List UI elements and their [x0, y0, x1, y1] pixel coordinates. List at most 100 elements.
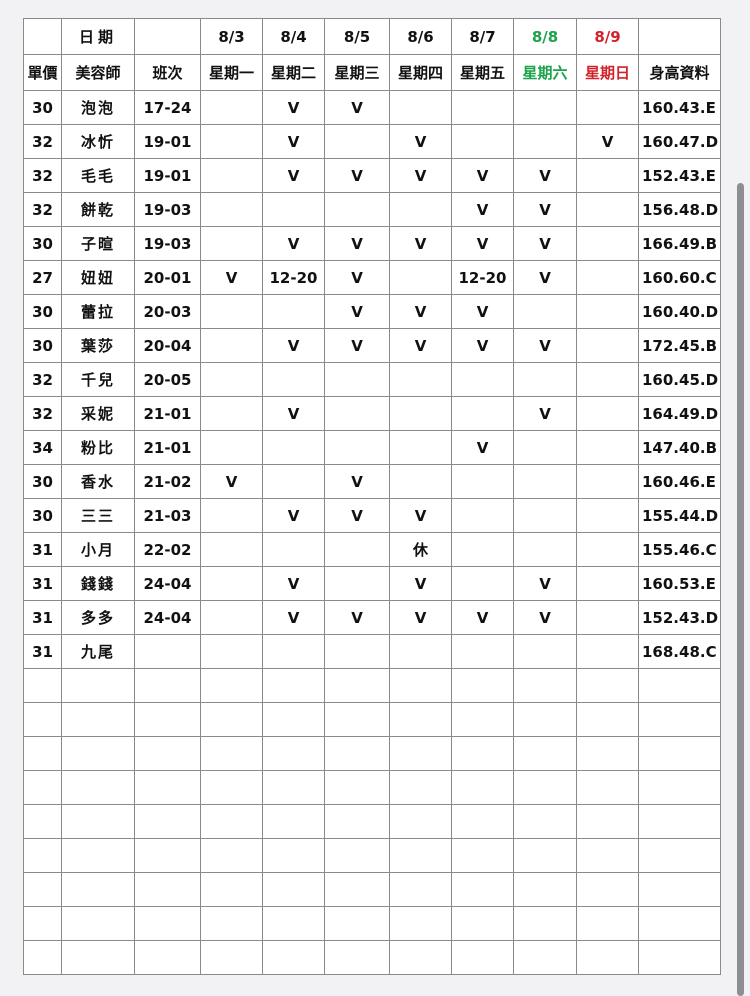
day-cell [262, 294, 325, 329]
empty-cell [61, 668, 135, 703]
empty-cell [389, 736, 452, 771]
empty-cell [23, 702, 62, 737]
shift-cell: 19-03 [134, 192, 201, 227]
day-cell [451, 566, 514, 601]
day-cell [576, 192, 639, 227]
empty-cell [638, 838, 721, 873]
height-cell: 156.48.D [638, 192, 721, 227]
shift-cell: 20-01 [134, 260, 201, 295]
day-cell: V [513, 566, 577, 601]
empty-cell [23, 838, 62, 873]
day-cell: V [262, 90, 325, 125]
shift-cell: 22-02 [134, 532, 201, 567]
shift-cell: 21-03 [134, 498, 201, 533]
empty-cell [389, 770, 452, 805]
beautician-name-cell: 三三 [61, 498, 135, 533]
day-cell [513, 124, 577, 159]
header-corner [23, 18, 62, 55]
day-cell [389, 430, 452, 465]
day-cell [576, 260, 639, 295]
shift-cell: 19-03 [134, 226, 201, 261]
day-cell [200, 294, 263, 329]
empty-cell [61, 906, 135, 941]
header-height-label: 身高資料 [638, 54, 721, 91]
day-cell [513, 430, 577, 465]
height-cell: 160.43.E [638, 90, 721, 125]
header-date-4: 8/6 [389, 18, 452, 55]
height-cell: 160.40.D [638, 294, 721, 329]
day-cell [324, 532, 390, 567]
day-cell [324, 396, 390, 431]
table-row: 32 采妮 21-01 V V 164.49.D [23, 396, 721, 431]
day-cell: V [262, 600, 325, 635]
day-cell [389, 634, 452, 669]
day-cell [576, 532, 639, 567]
day-cell: V [513, 158, 577, 193]
day-cell [576, 294, 639, 329]
vertical-scrollbar[interactable] [737, 183, 744, 996]
day-cell [389, 192, 452, 227]
day-cell: V [513, 260, 577, 295]
beautician-name-cell: 多多 [61, 600, 135, 635]
price-cell: 30 [23, 90, 62, 125]
day-cell: V [513, 600, 577, 635]
day-cell [200, 566, 263, 601]
table-row: 31 多多 24-04 V V V V V 152.43.D [23, 600, 721, 635]
empty-cell [576, 940, 639, 975]
day-cell [200, 430, 263, 465]
price-cell: 30 [23, 294, 62, 329]
beautician-name-cell: 采妮 [61, 396, 135, 431]
table-row: 30 葉莎 20-04 V V V V V 172.45.B [23, 328, 721, 363]
header-blank-right [638, 18, 721, 55]
day-cell [576, 464, 639, 499]
empty-cell [61, 804, 135, 839]
empty-cell [638, 804, 721, 839]
day-cell [262, 634, 325, 669]
day-cell [389, 90, 452, 125]
day-cell [200, 226, 263, 261]
header-date-6: 8/8 [513, 18, 577, 55]
day-cell: V [451, 226, 514, 261]
height-cell: 160.47.D [638, 124, 721, 159]
empty-cell [576, 702, 639, 737]
beautician-name-cell: 錢錢 [61, 566, 135, 601]
price-cell: 31 [23, 566, 62, 601]
price-cell: 30 [23, 498, 62, 533]
day-cell [513, 294, 577, 329]
shift-cell [134, 634, 201, 669]
price-cell: 34 [23, 430, 62, 465]
height-cell: 160.53.E [638, 566, 721, 601]
empty-cell [134, 770, 201, 805]
empty-cell [638, 736, 721, 771]
day-cell: V [513, 192, 577, 227]
day-cell [513, 90, 577, 125]
empty-cell [134, 838, 201, 873]
beautician-name-cell: 粉比 [61, 430, 135, 465]
beautician-name-cell: 九尾 [61, 634, 135, 669]
empty-cell [389, 804, 452, 839]
empty-row [23, 736, 721, 771]
shift-cell: 21-01 [134, 396, 201, 431]
day-cell [200, 328, 263, 363]
day-cell [451, 124, 514, 159]
day-cell: V [451, 294, 514, 329]
day-cell: V [262, 226, 325, 261]
table-row: 30 泡泡 17-24 V V 160.43.E [23, 90, 721, 125]
empty-cell [576, 736, 639, 771]
empty-cell [513, 736, 577, 771]
day-cell: V [451, 158, 514, 193]
header-date-1: 8/3 [200, 18, 263, 55]
empty-cell [262, 838, 325, 873]
empty-row [23, 940, 721, 975]
empty-cell [23, 906, 62, 941]
header-date-7: 8/9 [576, 18, 639, 55]
table-row: 32 餅乾 19-03 V V 156.48.D [23, 192, 721, 227]
day-cell: V [451, 430, 514, 465]
empty-cell [262, 736, 325, 771]
empty-cell [576, 906, 639, 941]
day-cell [324, 634, 390, 669]
empty-cell [324, 838, 390, 873]
height-cell: 168.48.C [638, 634, 721, 669]
schedule-table: 日期 8/3 8/4 8/5 8/6 8/7 8/8 8/9 單價 美容師 班次… [23, 18, 721, 975]
header-date-3: 8/5 [324, 18, 390, 55]
